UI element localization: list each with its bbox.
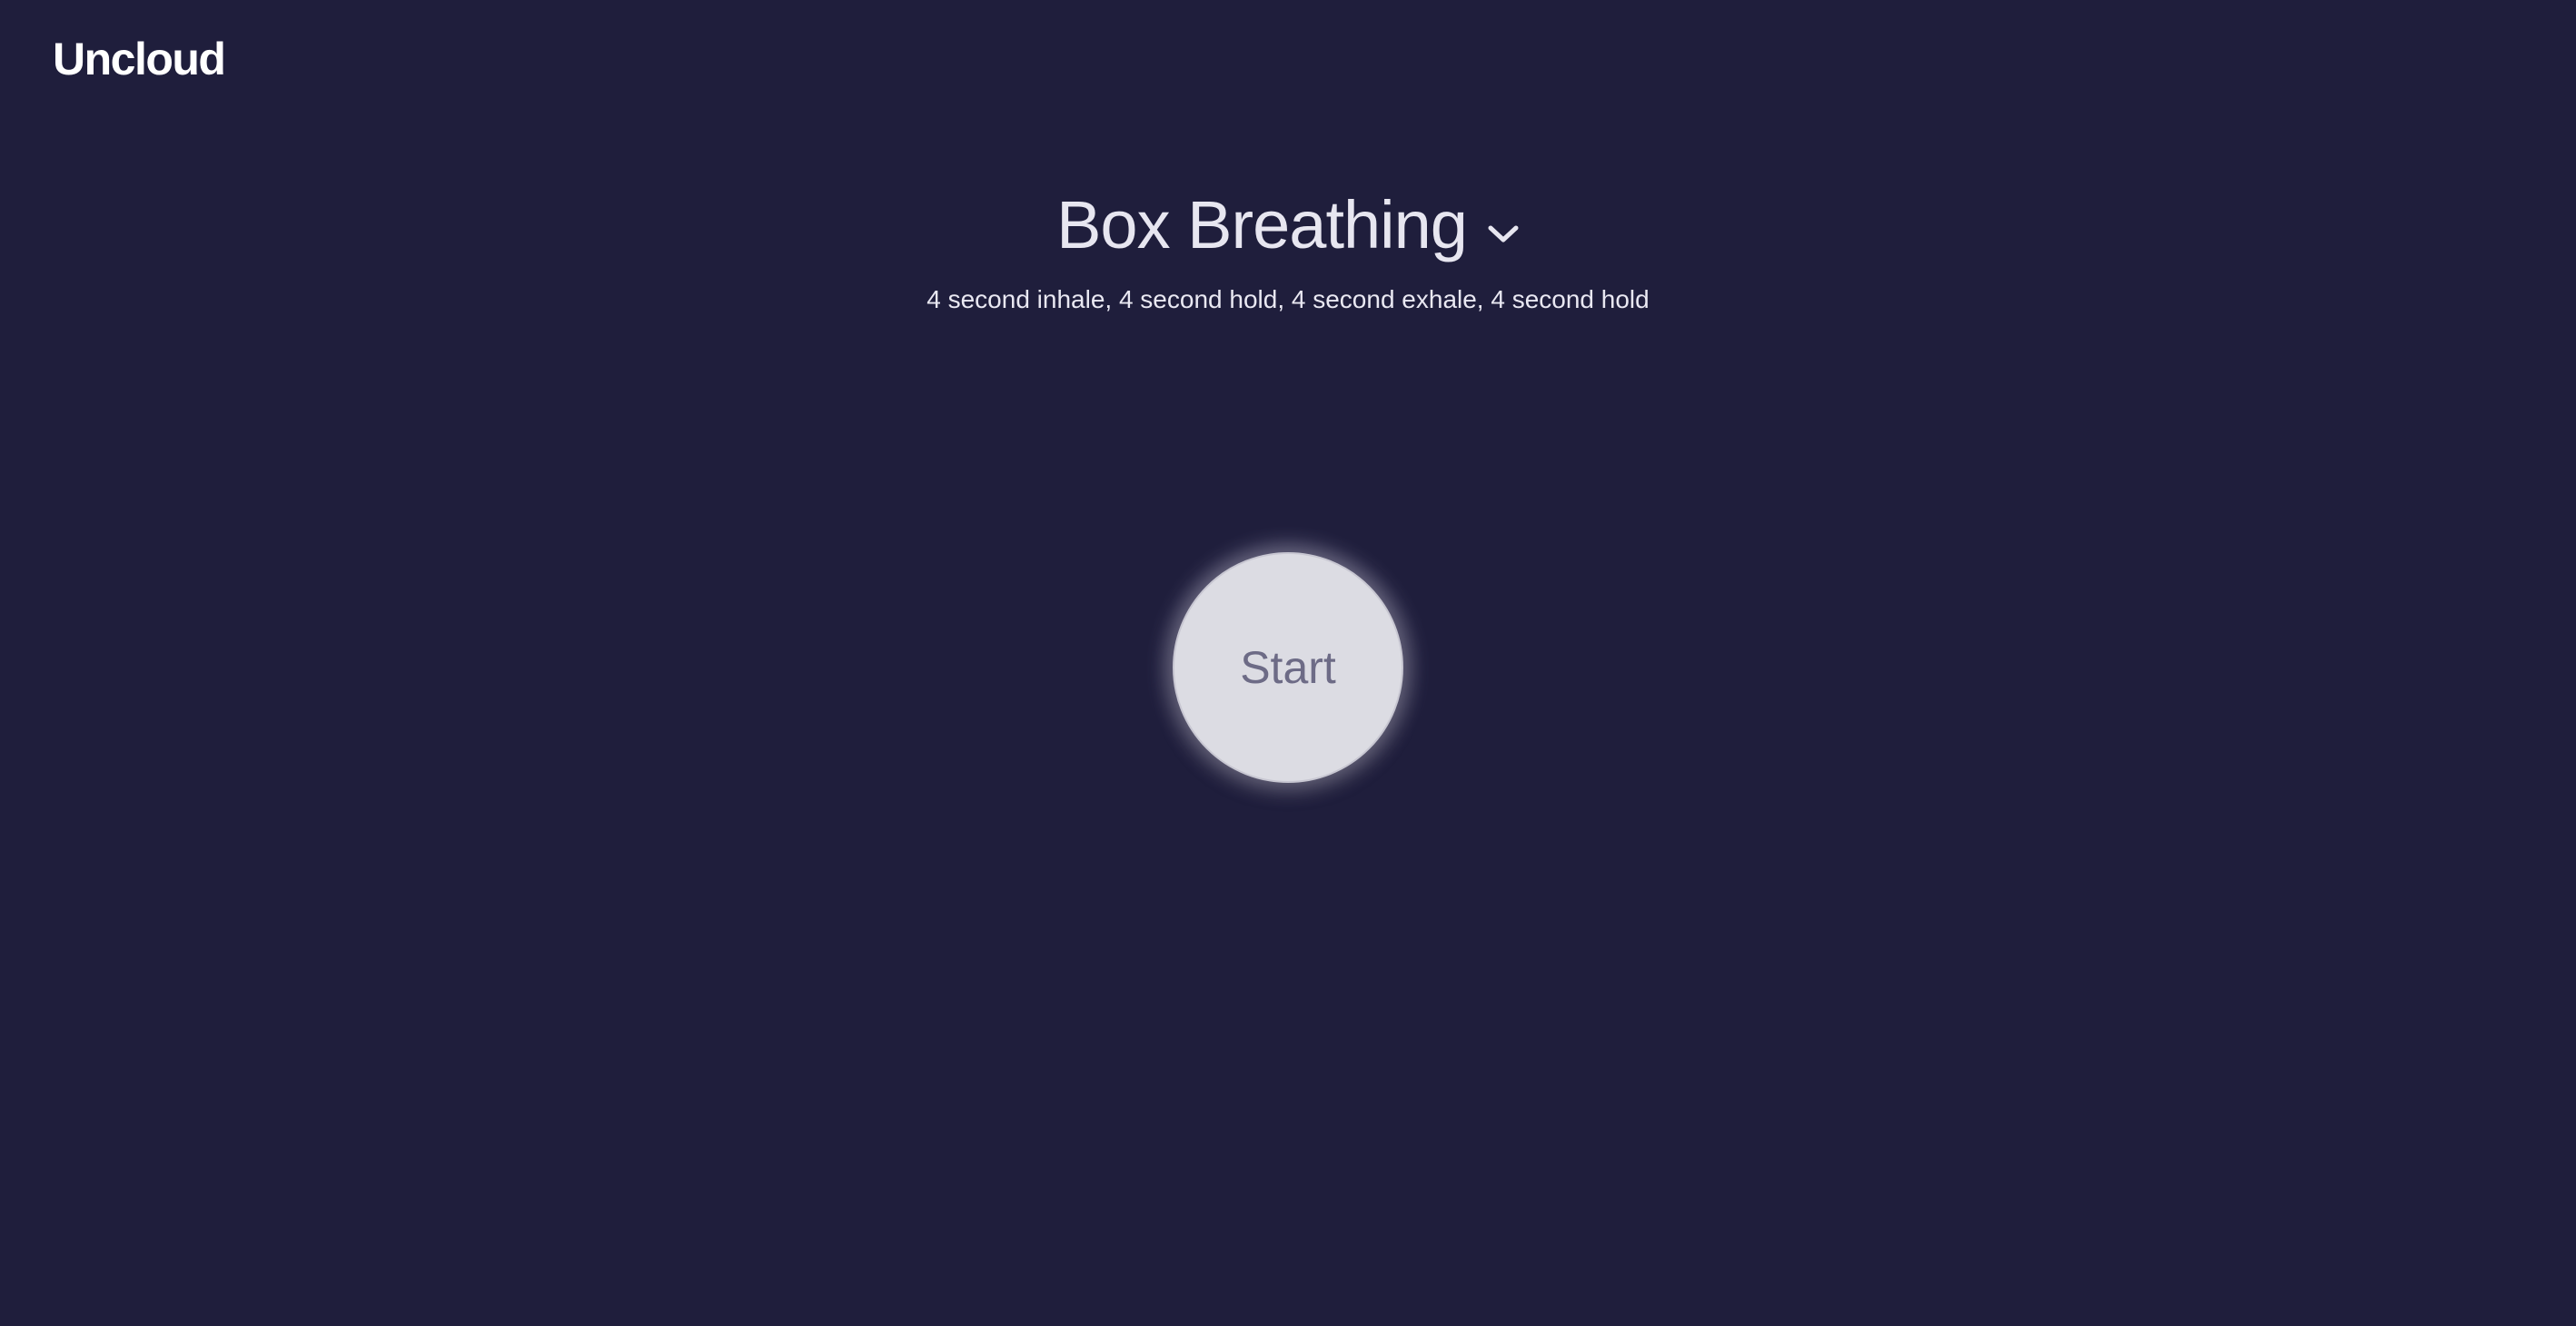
start-button[interactable]: Start <box>1173 552 1403 783</box>
chevron-down-icon[interactable] <box>1487 223 1520 245</box>
start-button-label: Start <box>1240 642 1336 693</box>
pattern-header: Box Breathing 4 second inhale, 4 second … <box>0 180 2576 318</box>
pattern-selector[interactable]: Box Breathing <box>1056 180 1520 271</box>
brand-logo[interactable]: Uncloud <box>53 27 226 91</box>
pattern-title: Box Breathing <box>1056 187 1468 262</box>
pattern-description: 4 second inhale, 4 second hold, 4 second… <box>926 285 1650 313</box>
